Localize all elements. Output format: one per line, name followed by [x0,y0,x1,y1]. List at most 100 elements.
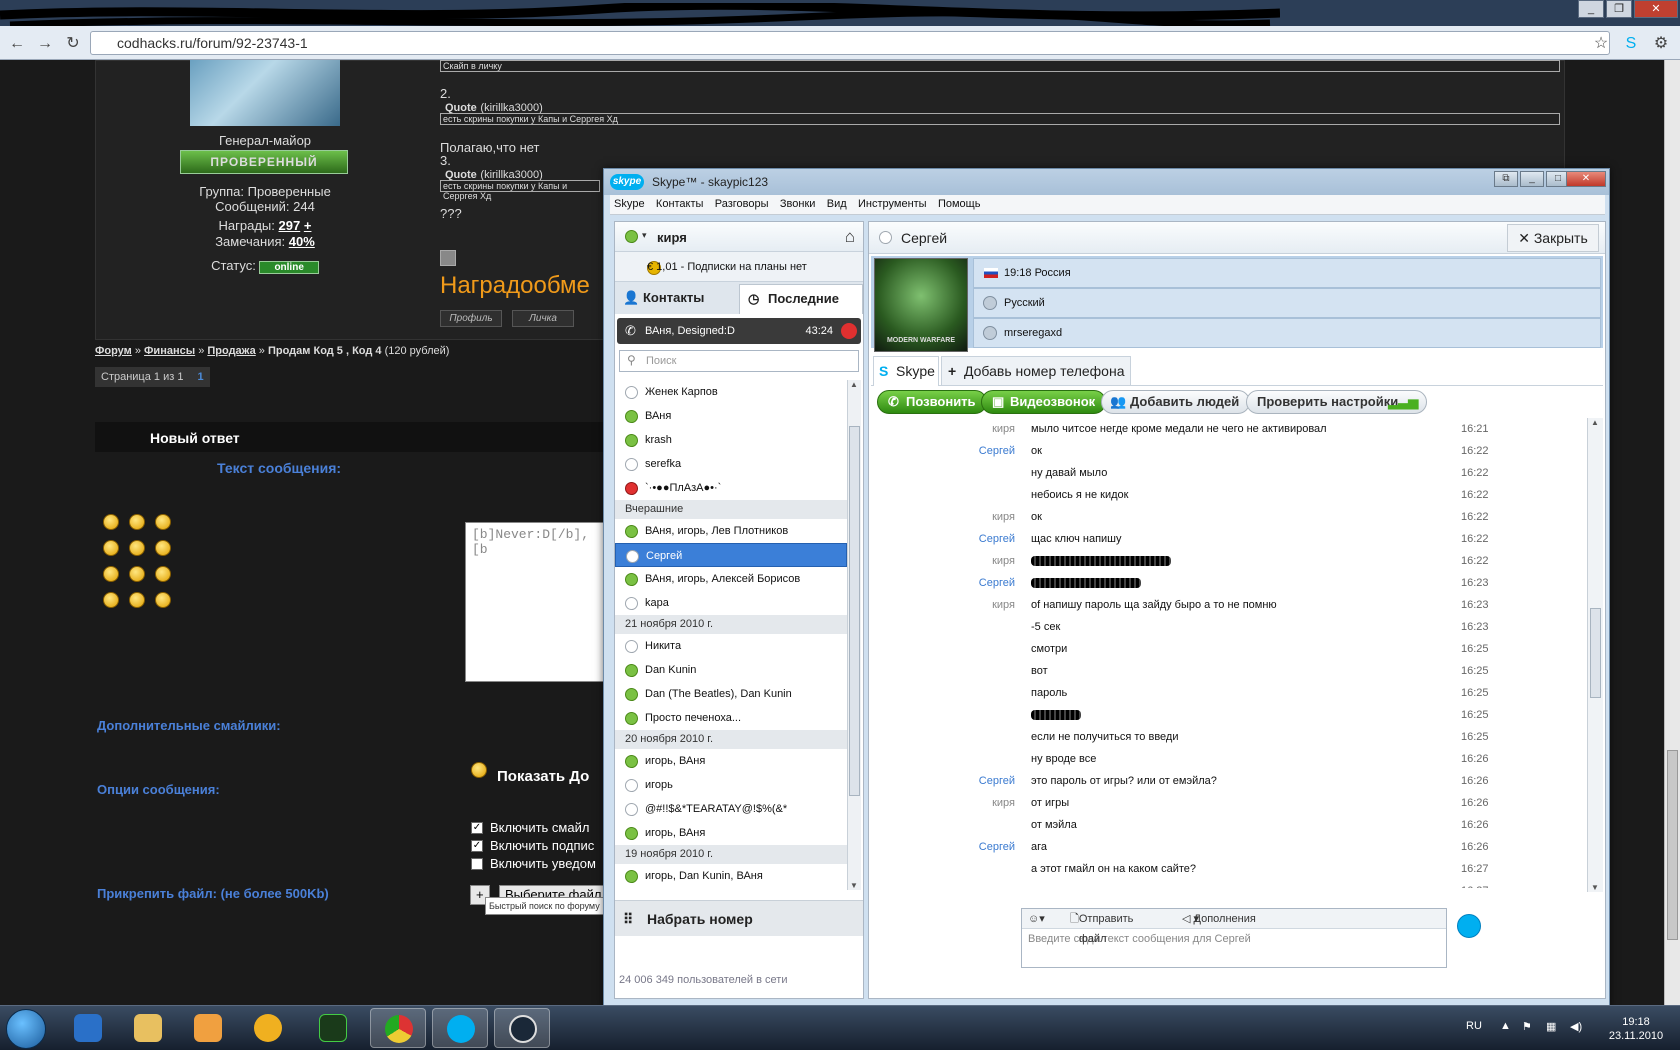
taskbar-steam[interactable] [494,1008,550,1048]
minimize-button[interactable]: _ [1520,171,1544,187]
clock[interactable]: 19:18 23.11.2010 [1598,1015,1674,1043]
contact-search-input[interactable]: Поиск [619,350,859,372]
breadcrumb-link[interactable]: Финансы [144,345,195,357]
smiley-icon[interactable] [129,592,145,608]
scroll-down-icon[interactable]: ▼ [850,881,858,890]
taskbar-media[interactable] [180,1008,236,1048]
scroll-thumb[interactable] [849,426,860,796]
message-author[interactable]: киря [915,594,1015,616]
message-author[interactable]: Сергей [915,770,1015,792]
message-author[interactable]: Сергей [915,836,1015,858]
check-settings-button[interactable]: Проверить настройки ▂▃▅ [1246,390,1428,414]
awards-link[interactable]: 297 [279,218,301,233]
smiley-icon[interactable] [103,514,119,530]
smiley-icon[interactable] [129,514,145,530]
show-more-smileys[interactable]: Показать До [497,768,589,785]
scroll-thumb[interactable] [1590,608,1601,698]
video-call-button[interactable]: ▣ Видеозвонок [981,390,1107,414]
smiley-icon[interactable] [155,540,171,556]
message-author[interactable]: Сергей [915,440,1015,462]
quick-search-input[interactable]: Быстрый поиск по форуму [485,897,605,915]
scroll-up-icon[interactable]: ▲ [850,380,858,389]
contact-item[interactable]: игорь, ВАня [615,749,847,773]
bookmark-star-icon[interactable]: ☆ [1590,34,1612,54]
menu-help[interactable]: Помощь [934,195,985,213]
contact-item[interactable]: игорь, ВАня [615,821,847,845]
smiley-icon[interactable] [129,540,145,556]
taskbar-skype[interactable] [432,1008,488,1048]
smiley-icon[interactable] [155,514,171,530]
contact-item[interactable]: Dan (The Beatles), Dan Kunin [615,682,847,706]
menu-tools[interactable]: Инструменты [854,195,931,213]
smiley-icon[interactable] [155,592,171,608]
minimize-button[interactable]: _ [1578,0,1604,18]
wrench-icon[interactable]: ⚙ [1650,34,1672,54]
volume-icon[interactable]: ◀) [1570,1020,1582,1033]
back-icon[interactable]: ← [6,34,28,54]
contact-item[interactable]: kapa [615,591,847,615]
my-status-row[interactable]: ▾ киря ⌂ [615,222,863,252]
tab-add-phone[interactable]: + Добавь номер телефона [941,356,1131,386]
option-checkbox[interactable]: ✓ [471,840,483,852]
taskbar-game[interactable] [305,1008,361,1048]
award-plus-link[interactable]: + [304,218,312,233]
taskbar-messenger[interactable] [240,1008,296,1048]
contact-item[interactable]: игорь, Dan Kunin, ВАня [615,864,847,888]
active-call-bar[interactable]: ✆ ВАня, Designed:D 43:24 [617,318,861,344]
contact-avatar[interactable]: MODERN WARFARE [874,258,968,352]
pm-button[interactable]: Личка [512,310,574,327]
contact-item[interactable]: `·•●●ПлАзА●•·` [615,476,847,500]
menu-view[interactable]: Вид [823,195,851,213]
contact-item[interactable]: Александр [615,888,847,890]
contact-item[interactable]: Просто печеноха... [615,706,847,730]
smiley-icon[interactable] [129,566,145,582]
taskbar-explorer[interactable] [120,1008,176,1048]
send-message-icon[interactable] [1457,914,1481,938]
profile-button[interactable]: Профиль [440,310,502,327]
menu-conversations[interactable]: Разговоры [711,195,773,213]
chat-scrollbar[interactable]: ▲ ▼ [1587,418,1603,892]
contact-list-scrollbar[interactable]: ▲ ▼ [847,380,861,890]
contact-item[interactable]: Сергей [615,543,847,567]
breadcrumb-link[interactable]: Продажа [207,345,255,357]
option-checkbox[interactable] [471,858,483,870]
status-online-icon[interactable] [625,230,638,243]
page-scrollbar[interactable] [1664,60,1680,1005]
scroll-thumb[interactable] [1667,750,1678,940]
contact-item[interactable]: игорь [615,773,847,797]
warnings-link[interactable]: 40% [289,234,315,249]
message-author[interactable]: киря [915,418,1015,440]
tray-expand-icon[interactable]: ▲ [1500,1020,1511,1032]
language-indicator[interactable]: RU [1466,1020,1482,1032]
contact-item[interactable]: ВАня, игорь, Алексей Борисов [615,567,847,591]
page-link[interactable]: 1 [197,371,203,383]
contact-item[interactable]: Никита [615,634,847,658]
menu-contacts[interactable]: Контакты [652,195,708,213]
menu-skype[interactable]: Skype [610,195,649,213]
add-people-button[interactable]: 👥 Добавить людей [1101,390,1251,414]
contact-item[interactable]: @#!!$&*TEARATAY@!$%(&* [615,797,847,821]
taskbar-chrome[interactable] [370,1008,426,1048]
smiley-icon[interactable] [103,592,119,608]
skype-extension-icon[interactable]: S [1620,34,1642,54]
scroll-down-icon[interactable]: ▼ [1591,883,1599,892]
home-icon[interactable]: ⌂ [845,227,855,247]
tab-skype[interactable]: S Skype [873,356,939,386]
tab-recent[interactable]: ◷ Последние [739,284,863,314]
contact-item[interactable]: krash [615,428,847,452]
menu-calls[interactable]: Звонки [776,195,820,213]
message-author[interactable]: киря [915,550,1015,572]
forward-icon[interactable]: → [34,34,56,54]
message-author[interactable]: киря [915,880,1015,888]
call-button[interactable]: ✆ Позвонить [877,390,987,414]
dial-number-button[interactable]: ⠿ Набрать номер [615,900,863,936]
smiley-icon[interactable] [103,566,119,582]
message-textarea[interactable]: [b]Never:D[/b], [b [465,522,615,682]
smiley-icon[interactable] [471,762,487,778]
option-checkbox[interactable]: ✓ [471,822,483,834]
network-icon[interactable]: ▦ [1546,1020,1556,1033]
scroll-up-icon[interactable]: ▲ [1591,418,1599,427]
smiley-icon[interactable] [155,566,171,582]
hang-up-icon[interactable] [841,323,857,339]
compact-view-button[interactable]: ⧉ [1494,171,1518,187]
